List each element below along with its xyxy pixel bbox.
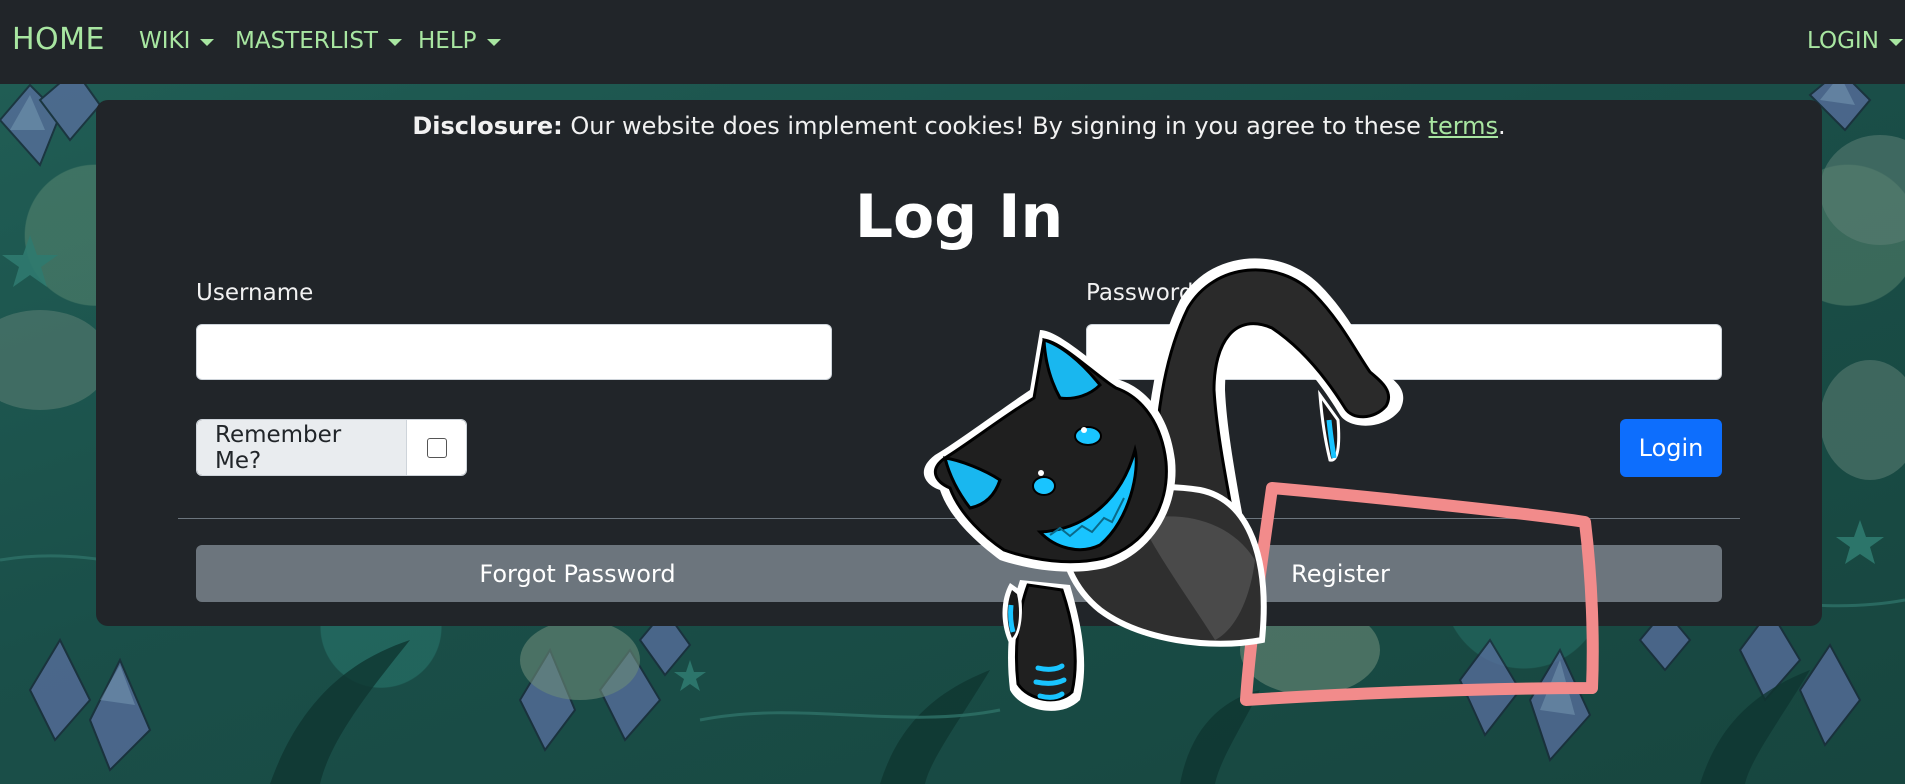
register-button[interactable]: Register: [959, 545, 1722, 602]
nav-login-label: LOGIN: [1807, 28, 1879, 54]
nav-wiki-label: WIKI: [139, 28, 191, 54]
caret-down-icon: [200, 38, 215, 46]
nav-masterlist-dropdown[interactable]: MASTERLIST: [235, 28, 402, 54]
nav-masterlist-label: MASTERLIST: [235, 28, 378, 54]
top-navbar: HOME WIKI MASTERLIST HELP LOGIN: [0, 0, 1905, 84]
disclosure-heading: Disclosure:: [412, 112, 563, 140]
remember-me-checkbox-cell: [407, 420, 466, 475]
forgot-password-button[interactable]: Forgot Password: [196, 545, 959, 602]
cookie-disclosure: Disclosure: Our website does implement c…: [96, 112, 1822, 140]
terms-link[interactable]: terms: [1429, 112, 1499, 140]
nav-help-label: HELP: [418, 28, 477, 54]
disclosure-end: .: [1498, 112, 1506, 140]
remember-me-checkbox[interactable]: [426, 437, 447, 458]
page-title: Log In: [854, 182, 1064, 252]
remember-me-group: Remember Me?: [196, 419, 467, 476]
caret-down-icon: [1888, 38, 1903, 46]
nav-home-link[interactable]: HOME: [12, 22, 105, 57]
remember-me-label: Remember Me?: [197, 420, 407, 475]
username-label: Username: [196, 280, 314, 306]
caret-down-icon: [388, 38, 402, 46]
nav-wiki-dropdown[interactable]: WIKI: [139, 28, 215, 54]
nav-login-dropdown[interactable]: LOGIN: [1807, 28, 1903, 54]
nav-help-dropdown[interactable]: HELP: [418, 28, 501, 54]
login-button[interactable]: Login: [1620, 419, 1722, 477]
disclosure-text: Our website does implement cookies! By s…: [562, 112, 1429, 140]
username-input[interactable]: [196, 324, 832, 380]
login-card: Disclosure: Our website does implement c…: [96, 100, 1822, 626]
password-input[interactable]: [1086, 324, 1722, 380]
password-label: Password: [1086, 280, 1194, 306]
caret-down-icon: [486, 38, 501, 46]
divider: [178, 518, 1740, 519]
